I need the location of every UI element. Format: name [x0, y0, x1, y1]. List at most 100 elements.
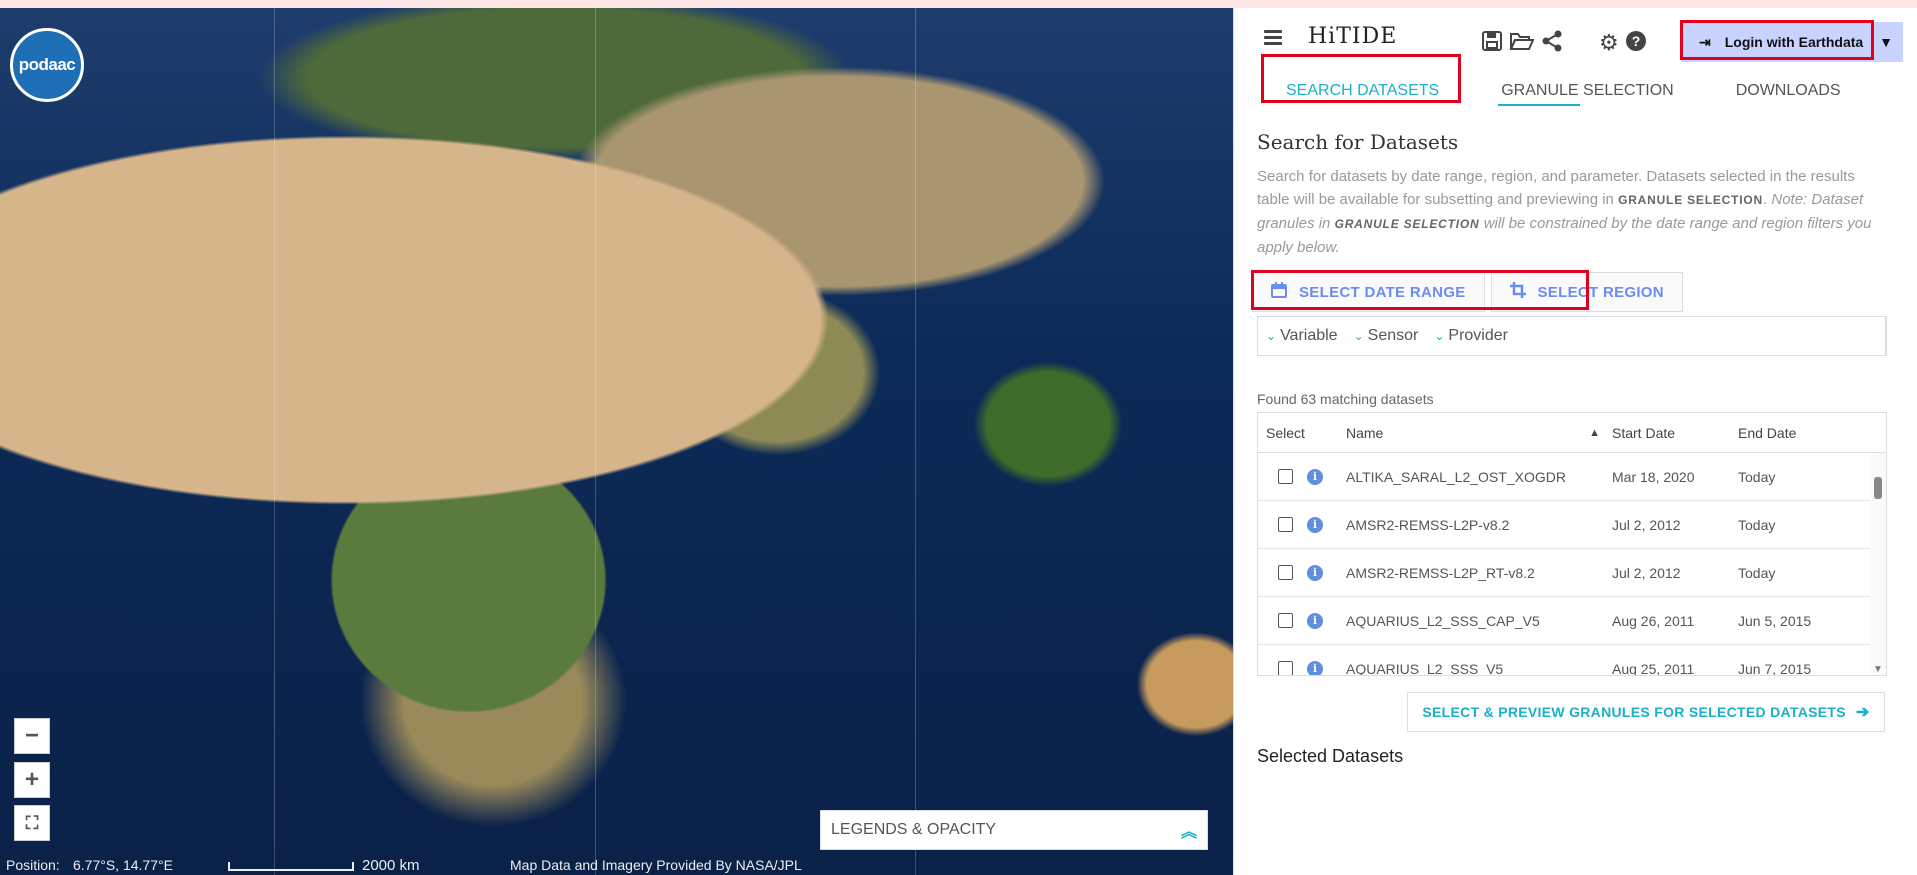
row-checkbox[interactable] — [1278, 517, 1293, 532]
row-checkbox[interactable] — [1278, 661, 1293, 675]
start-date: Aug 26, 2011 — [1612, 612, 1695, 629]
info-icon[interactable]: i — [1307, 612, 1323, 629]
chevron-down-icon: ⌄ — [1434, 329, 1445, 343]
table-scrollbar[interactable]: ▼ — [1870, 453, 1886, 675]
top-strip — [0, 0, 1917, 8]
selected-datasets-title: Selected Datasets — [1257, 746, 1404, 766]
dataset-name: ALTIKA_SARAL_L2_OST_XOGDR — [1346, 468, 1566, 485]
filter-provider[interactable]: ⌄ Provider — [1434, 327, 1508, 345]
zoom-out-button[interactable]: − — [14, 718, 50, 754]
start-date: Mar 18, 2020 — [1612, 468, 1695, 485]
datasets-table: Select Name ▲ Start Date End Date i ALTIK… — [1257, 412, 1887, 676]
chevron-down-icon: ⌄ — [1266, 329, 1277, 343]
info-icon[interactable]: i — [1307, 564, 1323, 581]
table-row[interactable]: i AQUARIUS_L2_SSS_CAP_V5 Aug 26, 2011 Ju… — [1258, 597, 1886, 645]
desc-caps: GRANULE SELECTION — [1334, 217, 1480, 231]
scale-bar — [228, 862, 354, 871]
info-icon[interactable]: i — [1307, 516, 1323, 533]
row-checkbox[interactable] — [1278, 613, 1293, 628]
info-icon[interactable]: i — [1307, 468, 1323, 485]
facet-filter-row: ⌄ Variable ⌄ Sensor ⌄ Provider — [1257, 316, 1887, 356]
header-select: Select — [1266, 424, 1305, 441]
fullscreen-icon: ⛶ — [25, 812, 39, 833]
end-date: Jun 5, 2015 — [1738, 612, 1812, 629]
header-name[interactable]: Name ▲ — [1346, 425, 1612, 441]
filter-label: Variable — [1280, 327, 1338, 344]
filter-label: Provider — [1448, 327, 1508, 344]
folder-open-icon[interactable] — [1509, 30, 1535, 58]
table-row[interactable]: i AQUARIUS_L2_SSS_V5 Aug 25, 2011 Jun 7,… — [1258, 645, 1886, 676]
desc-caps: GRANULE SELECTION — [1618, 193, 1764, 207]
start-date: Aug 25, 2011 — [1612, 660, 1695, 676]
legends-opacity-toggle[interactable]: LEGENDS & OPACITY ︽ — [820, 810, 1208, 850]
map-graticule — [274, 8, 275, 875]
podaac-logo[interactable]: podaac — [10, 28, 84, 102]
map-footer: Position: 6.77°S, 14.77°E 2000 km Map Da… — [0, 855, 1233, 875]
table-row[interactable]: i AMSR2-REMSS-L2P_RT-v8.2 Jul 2, 2012 To… — [1258, 549, 1886, 597]
end-date: Today — [1738, 468, 1776, 485]
results-count: Found 63 matching datasets — [1257, 391, 1434, 407]
menu-icon[interactable] — [1264, 30, 1282, 48]
map-attribution: Map Data and Imagery Provided By NASA/JP… — [510, 857, 802, 873]
sort-asc-icon: ▲ — [1589, 426, 1600, 439]
tab-downloads[interactable]: DOWNLOADS — [1722, 72, 1855, 112]
header-start-date[interactable]: Start Date — [1612, 425, 1738, 441]
position-label: Position: — [6, 857, 60, 873]
fullscreen-button[interactable]: ⛶ — [14, 805, 50, 841]
map-graticule — [595, 8, 596, 875]
search-description: Search for datasets by date range, regio… — [1257, 168, 1872, 256]
filter-sensor[interactable]: ⌄ Sensor — [1354, 327, 1419, 345]
dataset-name: AMSR2-REMSS-L2P_RT-v8.2 — [1346, 564, 1535, 581]
scale-label: 2000 km — [362, 856, 420, 874]
highlight-box — [1680, 20, 1874, 60]
plus-icon: + — [24, 766, 39, 793]
filter-variable[interactable]: ⌄ Variable — [1266, 327, 1338, 345]
side-panel: HiTIDE ⚙ ? ⇥ Login with Earthdata ▼ SEAR… — [1233, 8, 1917, 875]
minus-icon: − — [24, 722, 39, 749]
dataset-name: AQUARIUS_L2_SSS_V5 — [1346, 660, 1504, 676]
highlight-box — [1251, 270, 1589, 310]
gear-icon[interactable]: ⚙ — [1599, 30, 1619, 56]
scrollbar-thumb[interactable] — [1874, 477, 1882, 499]
section-title: Search for Datasets — [1257, 130, 1459, 154]
row-checkbox[interactable] — [1278, 469, 1293, 484]
tab-granule-selection[interactable]: GRANULE SELECTION — [1487, 72, 1687, 112]
table-row[interactable]: i AMSR2-REMSS-L2P-v8.2 Jul 2, 2012 Today — [1258, 501, 1886, 549]
tab-progress-arrow — [1498, 104, 1580, 106]
table-row[interactable]: i ALTIKA_SARAL_L2_OST_XOGDR Mar 18, 2020… — [1258, 453, 1886, 501]
header-end-date[interactable]: End Date — [1738, 425, 1858, 441]
header-name-label: Name — [1346, 424, 1384, 441]
end-date: Today — [1738, 564, 1776, 581]
end-date: Today — [1738, 516, 1776, 533]
select-preview-granules-button[interactable]: SELECT & PREVIEW GRANULES FOR SELECTED D… — [1407, 692, 1885, 732]
arrow-right-icon: ➔ — [1855, 704, 1870, 721]
share-icon[interactable] — [1541, 30, 1563, 58]
dataset-name: AMSR2-REMSS-L2P-v8.2 — [1346, 516, 1510, 533]
map-view[interactable]: podaac − + ⛶ LEGENDS & OPACITY ︽ Positio… — [0, 8, 1233, 875]
double-chevron-up-icon: ︽ — [1180, 824, 1197, 841]
map-graticule — [915, 8, 916, 875]
svg-text:?: ? — [1632, 33, 1641, 49]
logo-text: podaac — [18, 55, 76, 74]
desc-text: Search for datasets by date range, regio… — [1257, 168, 1855, 208]
dataset-name: AQUARIUS_L2_SSS_CAP_V5 — [1346, 612, 1540, 629]
caret-down-icon[interactable]: ▼ — [1879, 34, 1893, 50]
preview-label: SELECT & PREVIEW GRANULES FOR SELECTED D… — [1422, 704, 1846, 720]
position-value: 6.77°S, 14.77°E — [73, 857, 173, 873]
tab-label: DOWNLOADS — [1735, 82, 1841, 99]
help-icon[interactable]: ? — [1625, 30, 1647, 58]
chevron-down-icon: ⌄ — [1353, 329, 1364, 343]
highlight-box — [1261, 54, 1461, 103]
scroll-down-icon[interactable]: ▼ — [1873, 664, 1883, 675]
start-date: Jul 2, 2012 — [1612, 516, 1681, 533]
start-date: Jul 2, 2012 — [1612, 564, 1681, 581]
tab-label: GRANULE SELECTION — [1501, 82, 1674, 99]
row-checkbox[interactable] — [1278, 565, 1293, 580]
zoom-in-button[interactable]: + — [14, 762, 50, 798]
legend-label: LEGENDS & OPACITY — [831, 821, 997, 838]
table-header: Select Name ▲ Start Date End Date — [1258, 413, 1886, 453]
save-icon[interactable] — [1481, 30, 1503, 58]
filter-label: Sensor — [1367, 327, 1419, 344]
info-icon[interactable]: i — [1307, 660, 1323, 675]
app-title: HiTIDE — [1308, 24, 1398, 49]
